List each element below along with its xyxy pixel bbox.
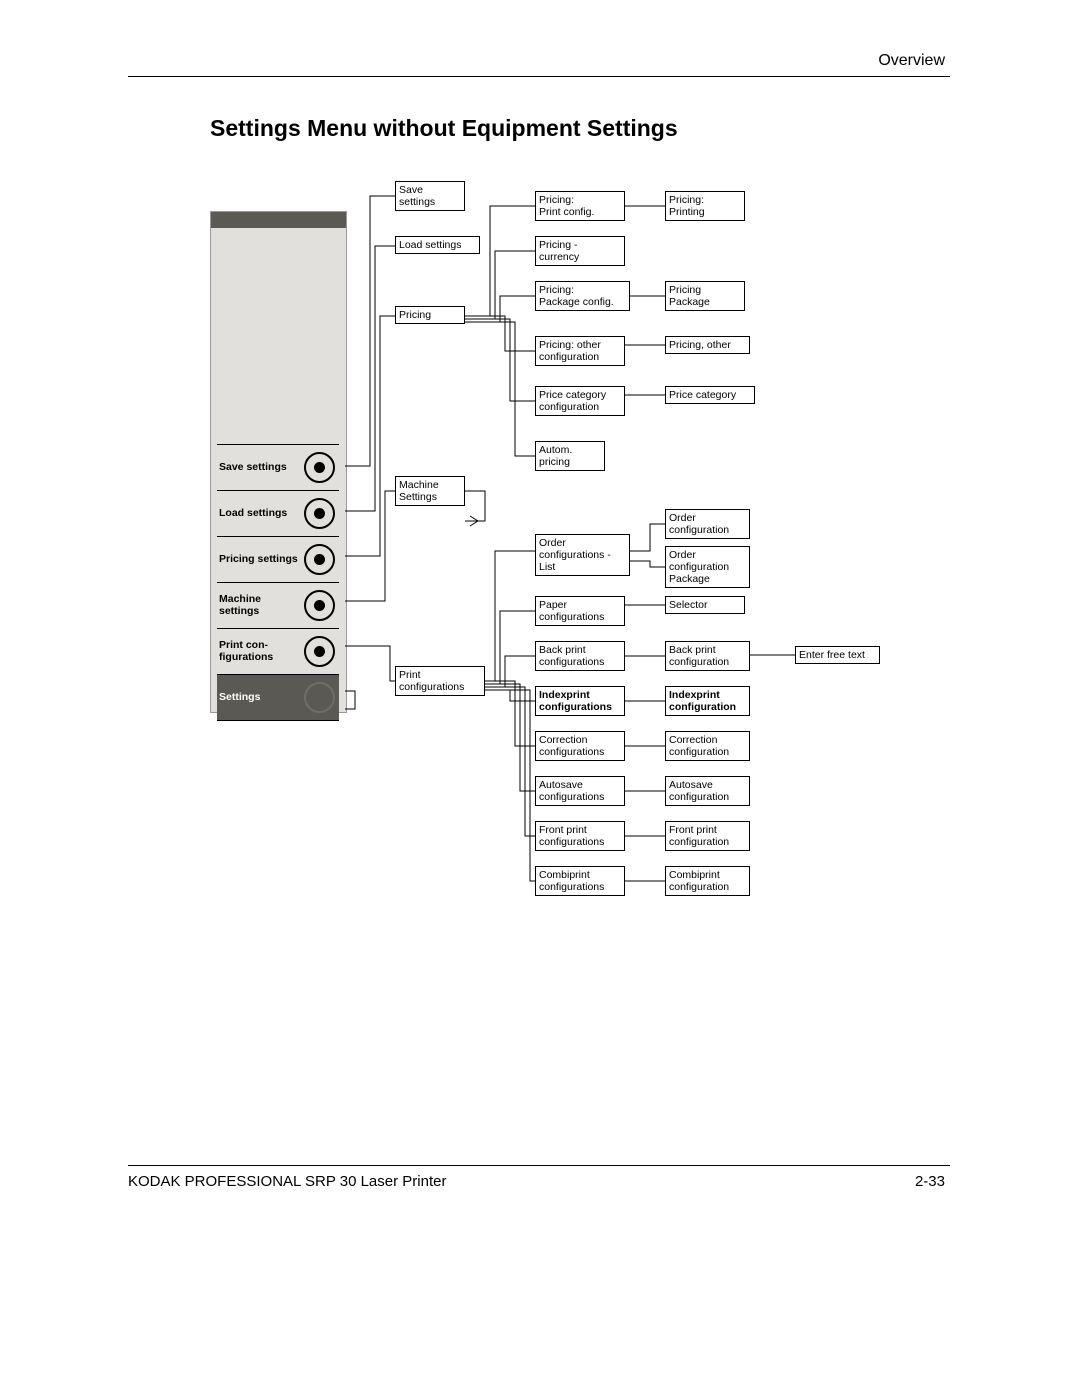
node-paper-configs: Paperconfigurations	[535, 596, 625, 626]
menu-item-print-configurations[interactable]: Print con-figurations	[217, 629, 339, 675]
node-save-settings: Save settings	[395, 181, 465, 211]
radio-icon	[304, 682, 335, 713]
node-autom-pricing: Autom.pricing	[535, 441, 605, 471]
node-indexprint-config: Indexprint configuration	[665, 686, 750, 716]
node-back-print-config: Back printconfiguration	[665, 641, 750, 671]
header-rule	[128, 76, 950, 77]
footer-product: KODAK PROFESSIONAL SRP 30 Laser Printer	[128, 1173, 446, 1190]
radio-icon	[304, 498, 335, 529]
node-pricing: Pricing	[395, 306, 465, 324]
node-print-configs: Print configurations	[395, 666, 485, 696]
node-combiprint-config: Combiprintconfiguration	[665, 866, 750, 896]
menu-label: Save settings	[217, 462, 304, 474]
node-selector: Selector	[665, 596, 745, 614]
node-front-print-configs: Front print configurations	[535, 821, 625, 851]
panel-titlebar	[211, 212, 346, 228]
menu-item-save-settings[interactable]: Save settings	[217, 444, 339, 491]
node-machine-settings: Machine Settings	[395, 476, 465, 506]
node-back-print-configs: Back printconfigurations	[535, 641, 625, 671]
node-correction-config: Correction configuration	[665, 731, 750, 761]
node-indexprint-configs: Indexprint configurations	[535, 686, 625, 716]
menu-item-load-settings[interactable]: Load settings	[217, 491, 339, 537]
node-pricing-currency: Pricing -currency	[535, 236, 625, 266]
node-pricing-package: PricingPackage	[665, 281, 745, 311]
node-front-print-config: Front printconfiguration	[665, 821, 750, 851]
node-pricing-printing: Pricing:Printing	[665, 191, 745, 221]
node-price-category-config: Price category configuration	[535, 386, 625, 416]
node-correction-configs: Correction configurations	[535, 731, 625, 761]
menu-label: Load settings	[217, 508, 304, 520]
menu-label: Pricing settings	[217, 554, 304, 566]
node-pricing-other: Pricing, other	[665, 336, 750, 354]
header-overview: Overview	[878, 52, 945, 70]
settings-menu: Save settings Load settings Pricing sett…	[217, 444, 339, 721]
node-pricing-other-config: Pricing: otherconfiguration	[535, 336, 625, 366]
radio-icon	[304, 590, 335, 621]
node-combiprint-configs: Combiprint configurations	[535, 866, 625, 896]
node-autosave-configs: Autosave configurations	[535, 776, 625, 806]
menu-item-pricing-settings[interactable]: Pricing settings	[217, 537, 339, 583]
settings-menu-diagram: Save settings Load settings Pricing sett…	[210, 181, 938, 899]
node-order-configs-list: Order configurations - List	[535, 534, 630, 576]
node-load-settings: Load settings	[395, 236, 480, 254]
menu-label: Settings	[217, 692, 304, 704]
radio-icon	[304, 452, 335, 483]
footer-rule	[128, 1165, 950, 1166]
node-order-config-pkg: Order configuration Package	[665, 546, 750, 588]
node-autosave-config: Autosaveconfiguration	[665, 776, 750, 806]
node-pricing-package-config: Pricing:Package config.	[535, 281, 630, 311]
menu-label: Print con-figurations	[217, 640, 304, 663]
menu-item-machine-settings[interactable]: Machine settings	[217, 583, 339, 629]
menu-item-settings-active[interactable]: Settings	[217, 675, 339, 721]
radio-icon	[304, 636, 335, 667]
footer-page-number: 2-33	[915, 1173, 945, 1190]
node-enter-free-text: Enter free text	[795, 646, 880, 664]
settings-panel: Save settings Load settings Pricing sett…	[210, 211, 347, 713]
node-order-config: Orderconfiguration	[665, 509, 750, 539]
node-price-category: Price category	[665, 386, 755, 404]
node-pricing-print-config: Pricing:Print config.	[535, 191, 625, 221]
page-title: Settings Menu without Equipment Settings	[210, 115, 678, 142]
radio-icon	[304, 544, 335, 575]
menu-label: Machine settings	[217, 594, 304, 617]
